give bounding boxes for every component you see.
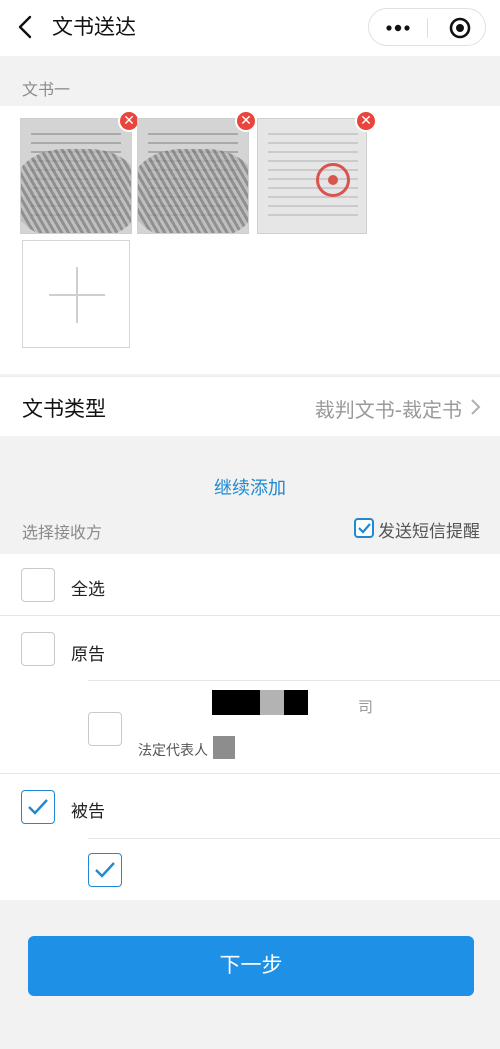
document-thumbnail-3[interactable] — [257, 118, 367, 234]
document-image-area: ✕ ✕ ✕ — [0, 106, 500, 374]
blurred-content — [21, 149, 131, 233]
legal-representative-label: 法定代表人 — [138, 743, 208, 759]
list-item-defendant[interactable]: 被告 — [0, 774, 500, 838]
more-dots-icon[interactable] — [386, 18, 410, 38]
plaintiff-checkbox[interactable] — [21, 632, 55, 666]
list-item-plaintiff[interactable]: 原告 — [0, 616, 500, 678]
list-item-plaintiff-entity[interactable]: 司 法定代表人 — [0, 681, 500, 773]
blurred-content — [138, 149, 248, 233]
check-icon — [28, 799, 48, 815]
navigation-bar: 文书送达 — [0, 0, 500, 56]
plaintiff-label: 原告 — [71, 645, 105, 665]
select-receivers-label: 选择接收方 — [22, 523, 103, 542]
document-thumbnail-2[interactable] — [137, 118, 249, 234]
document-type-value: 裁判文书-裁定书 — [314, 398, 462, 422]
document-section-label: 文书一 — [22, 80, 71, 99]
check-icon — [358, 523, 371, 534]
court-seal-stamp — [316, 163, 350, 197]
list-item-select-all[interactable]: 全选 — [0, 554, 500, 616]
redacted-name-block — [260, 690, 284, 715]
sms-reminder-toggle[interactable]: 发送短信提醒 — [354, 517, 480, 542]
plaintiff-entity-checkbox[interactable] — [88, 712, 122, 746]
defendant-label: 被告 — [71, 802, 105, 822]
add-image-button[interactable] — [22, 240, 130, 348]
defendant-entity-checkbox[interactable] — [88, 853, 122, 887]
target-icon[interactable] — [449, 17, 471, 39]
company-name-suffix: 司 — [358, 698, 374, 716]
receiver-list: 全选 原告 司 法定代表人 被告 — [0, 554, 500, 900]
next-step-button[interactable]: 下一步 — [28, 936, 474, 996]
redacted-representative-block — [213, 736, 235, 759]
capsule-divider — [427, 18, 428, 38]
select-all-label: 全选 — [71, 580, 105, 600]
sms-reminder-label: 发送短信提醒 — [378, 522, 480, 542]
document-thumbnail-1[interactable] — [20, 118, 132, 234]
redacted-name-block — [212, 690, 260, 715]
chevron-right-icon — [471, 399, 481, 415]
select-all-checkbox[interactable] — [21, 568, 55, 602]
delete-thumbnail-2-icon[interactable]: ✕ — [235, 110, 257, 132]
mini-program-capsule — [368, 8, 486, 46]
plus-icon-vertical — [76, 267, 78, 323]
continue-add-link[interactable]: 继续添加 — [0, 474, 500, 500]
delete-thumbnail-3-icon[interactable]: ✕ — [355, 110, 377, 132]
document-type-label: 文书类型 — [22, 397, 106, 421]
defendant-checkbox[interactable] — [21, 790, 55, 824]
sms-checkbox[interactable] — [354, 518, 374, 538]
redacted-name-block — [284, 690, 308, 715]
list-item-defendant-entity[interactable] — [0, 839, 500, 900]
document-type-row[interactable]: 文书类型 裁判文书-裁定书 — [0, 376, 500, 436]
page-title: 文书送达 — [52, 15, 136, 39]
check-icon — [95, 862, 115, 878]
back-arrow-icon[interactable] — [14, 14, 40, 40]
